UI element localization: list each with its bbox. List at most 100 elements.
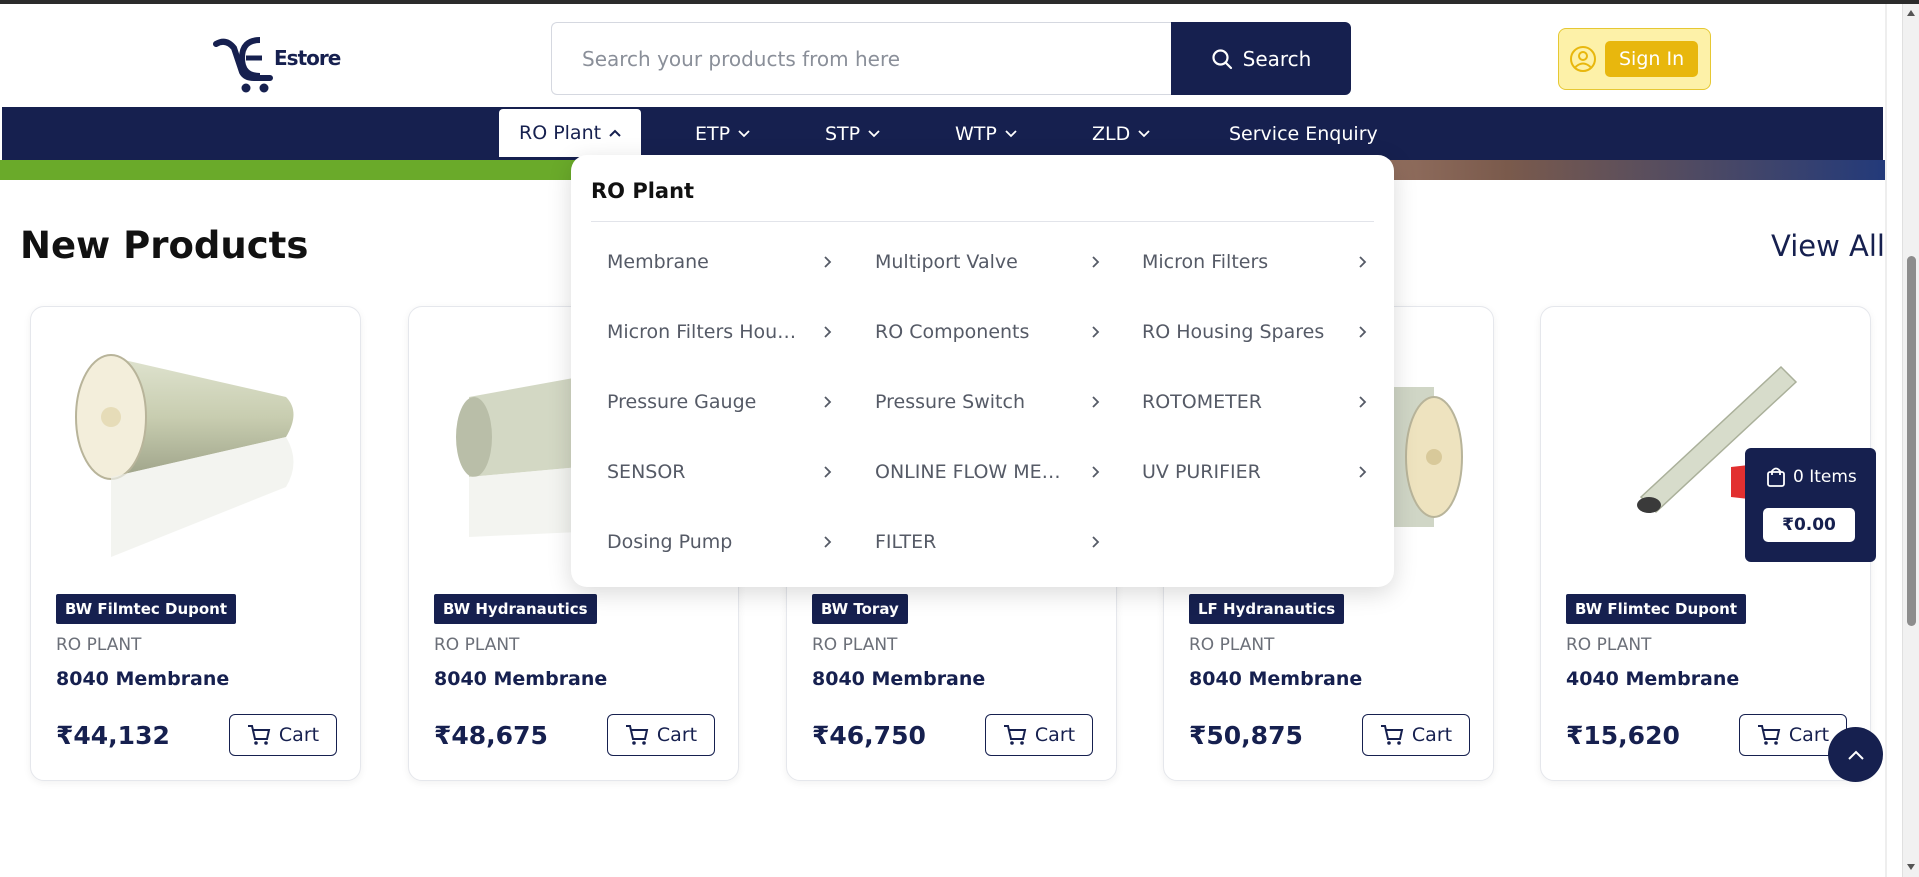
cart-icon (1003, 725, 1027, 745)
dropdown-item-rotometer[interactable]: ROTOMETER (1142, 382, 1367, 422)
dropdown-item-uv-purifier[interactable]: UV PURIFIER (1142, 452, 1367, 492)
product-price: ₹50,875 (1189, 721, 1303, 750)
nav-item-ro-plant[interactable]: RO Plant (499, 109, 642, 157)
add-to-cart-button[interactable]: Cart (229, 714, 337, 756)
nav-item-etp[interactable]: ETP (695, 107, 750, 160)
product-price: ₹15,620 (1566, 721, 1680, 750)
dropdown-item-label: Dosing Pump (607, 531, 733, 553)
brand-badge: BW Hydranautics (434, 594, 597, 624)
nav-item-label: WTP (955, 122, 997, 145)
chevron-right-icon (1359, 396, 1367, 408)
signin-area[interactable]: Sign In (1558, 28, 1711, 90)
dropdown-item-label: UV PURIFIER (1142, 461, 1261, 483)
dropdown-item-label: Multiport Valve (875, 251, 1018, 273)
product-name[interactable]: 8040 Membrane (56, 668, 229, 690)
dropdown-item-label: RO Housing Spares (1142, 321, 1325, 343)
dropdown-item-label: Pressure Switch (875, 391, 1025, 413)
shopping-bag-icon (1767, 467, 1785, 487)
product-card[interactable]: BW Filmtec Dupont RO PLANT 8040 Membrane… (30, 306, 361, 781)
cart-icon (1757, 725, 1781, 745)
site-header: Estore Search Sign In (0, 4, 1885, 107)
cart-icon (247, 725, 271, 745)
product-category: RO PLANT (56, 635, 142, 655)
mini-cart-count: 0 Items (1765, 466, 1857, 488)
nav-item-label: RO Plant (519, 122, 602, 144)
scroll-down-arrow[interactable] (1907, 864, 1915, 870)
search-input[interactable] (551, 22, 1171, 95)
dropdown-item-online-flow-meter[interactable]: ONLINE FLOW METER (875, 452, 1100, 492)
dropdown-item-label: SENSOR (607, 461, 686, 483)
main-nav: RO Plant ETP STP WTP ZLD Service Enquiry (2, 107, 1883, 160)
chevron-up-icon (609, 129, 621, 137)
product-category: RO PLANT (812, 635, 898, 655)
dropdown-item-label: Micron Filters Housi... (607, 321, 803, 343)
dropdown-item-ro-housing-spares[interactable]: RO Housing Spares (1142, 312, 1367, 352)
dropdown-item-membrane[interactable]: Membrane (607, 242, 832, 282)
chevron-right-icon (824, 396, 832, 408)
product-price: ₹48,675 (434, 721, 548, 750)
product-price: ₹44,132 (56, 721, 170, 750)
dropdown-item-label: Membrane (607, 251, 709, 273)
nav-item-zld[interactable]: ZLD (1092, 107, 1150, 160)
dropdown-item-micron-filters[interactable]: Micron Filters (1142, 242, 1367, 282)
nav-item-stp[interactable]: STP (825, 107, 880, 160)
dropdown-divider (591, 221, 1374, 222)
cart-button-label: Cart (656, 724, 698, 746)
product-name[interactable]: 8040 Membrane (1189, 668, 1362, 690)
dropdown-item-micron-filters-housing[interactable]: Micron Filters Housi... (607, 312, 832, 352)
cart-button-label: Cart (1788, 724, 1830, 746)
search-button-label: Search (1242, 46, 1312, 71)
product-name[interactable]: 8040 Membrane (812, 668, 985, 690)
search-icon (1212, 48, 1232, 69)
nav-item-wtp[interactable]: WTP (955, 107, 1017, 160)
chevron-right-icon (1359, 256, 1367, 268)
dropdown-title: RO Plant (591, 179, 695, 203)
signin-button[interactable]: Sign In (1605, 41, 1699, 77)
add-to-cart-button[interactable]: Cart (1362, 714, 1470, 756)
dropdown-item-dosing-pump[interactable]: Dosing Pump (607, 522, 832, 562)
product-category: RO PLANT (1189, 635, 1275, 655)
page-right-edge (1885, 4, 1887, 877)
ro-plant-dropdown-menu: RO Plant Membrane Multiport Valve Micron… (571, 155, 1394, 587)
chevron-right-icon (1092, 466, 1100, 478)
site-logo[interactable]: Estore (212, 32, 341, 94)
section-title: New Products (20, 224, 309, 267)
cart-icon (1380, 725, 1404, 745)
mini-cart-items-label: 0 Items (1793, 467, 1857, 487)
scroll-to-top-button[interactable] (1828, 727, 1883, 782)
chevron-right-icon (1092, 396, 1100, 408)
dropdown-item-sensor[interactable]: SENSOR (607, 452, 832, 492)
add-to-cart-button[interactable]: Cart (607, 714, 715, 756)
dropdown-item-label: FILTER (875, 531, 937, 553)
chevron-down-icon (1138, 129, 1150, 137)
view-all-link[interactable]: View All (1771, 229, 1885, 263)
chevron-right-icon (1092, 536, 1100, 548)
scroll-up-arrow[interactable] (1907, 10, 1915, 16)
scrollbar-thumb[interactable] (1907, 256, 1916, 626)
dropdown-item-label: Micron Filters (1142, 251, 1269, 273)
product-name[interactable]: 8040 Membrane (434, 668, 607, 690)
search-button[interactable]: Search (1171, 22, 1351, 95)
dropdown-item-ro-components[interactable]: RO Components (875, 312, 1100, 352)
dropdown-item-label: ROTOMETER (1142, 391, 1262, 413)
nav-item-service-enquiry[interactable]: Service Enquiry (1229, 107, 1378, 160)
dropdown-item-pressure-gauge[interactable]: Pressure Gauge (607, 382, 832, 422)
dropdown-item-pressure-switch[interactable]: Pressure Switch (875, 382, 1100, 422)
cart-icon (625, 725, 649, 745)
dropdown-item-label: Pressure Gauge (607, 391, 757, 413)
product-name[interactable]: 4040 Membrane (1566, 668, 1739, 690)
chevron-down-icon (868, 129, 880, 137)
dropdown-item-filter[interactable]: FILTER (875, 522, 1100, 562)
page-scrollbar[interactable] (1902, 4, 1919, 877)
nav-item-label: Service Enquiry (1229, 122, 1378, 145)
cart-button-label: Cart (1411, 724, 1453, 746)
chevron-right-icon (824, 466, 832, 478)
cart-button-label: Cart (1034, 724, 1076, 746)
brand-badge: BW Flimtec Dupont (1566, 594, 1747, 624)
add-to-cart-button[interactable]: Cart (985, 714, 1093, 756)
dropdown-item-label: ONLINE FLOW METER (875, 461, 1071, 483)
brand-badge: LF Hydranautics (1189, 594, 1345, 624)
chevron-right-icon (824, 326, 832, 338)
dropdown-item-multiport-valve[interactable]: Multiport Valve (875, 242, 1100, 282)
floating-mini-cart[interactable]: 0 Items ₹0.00 (1745, 448, 1876, 562)
